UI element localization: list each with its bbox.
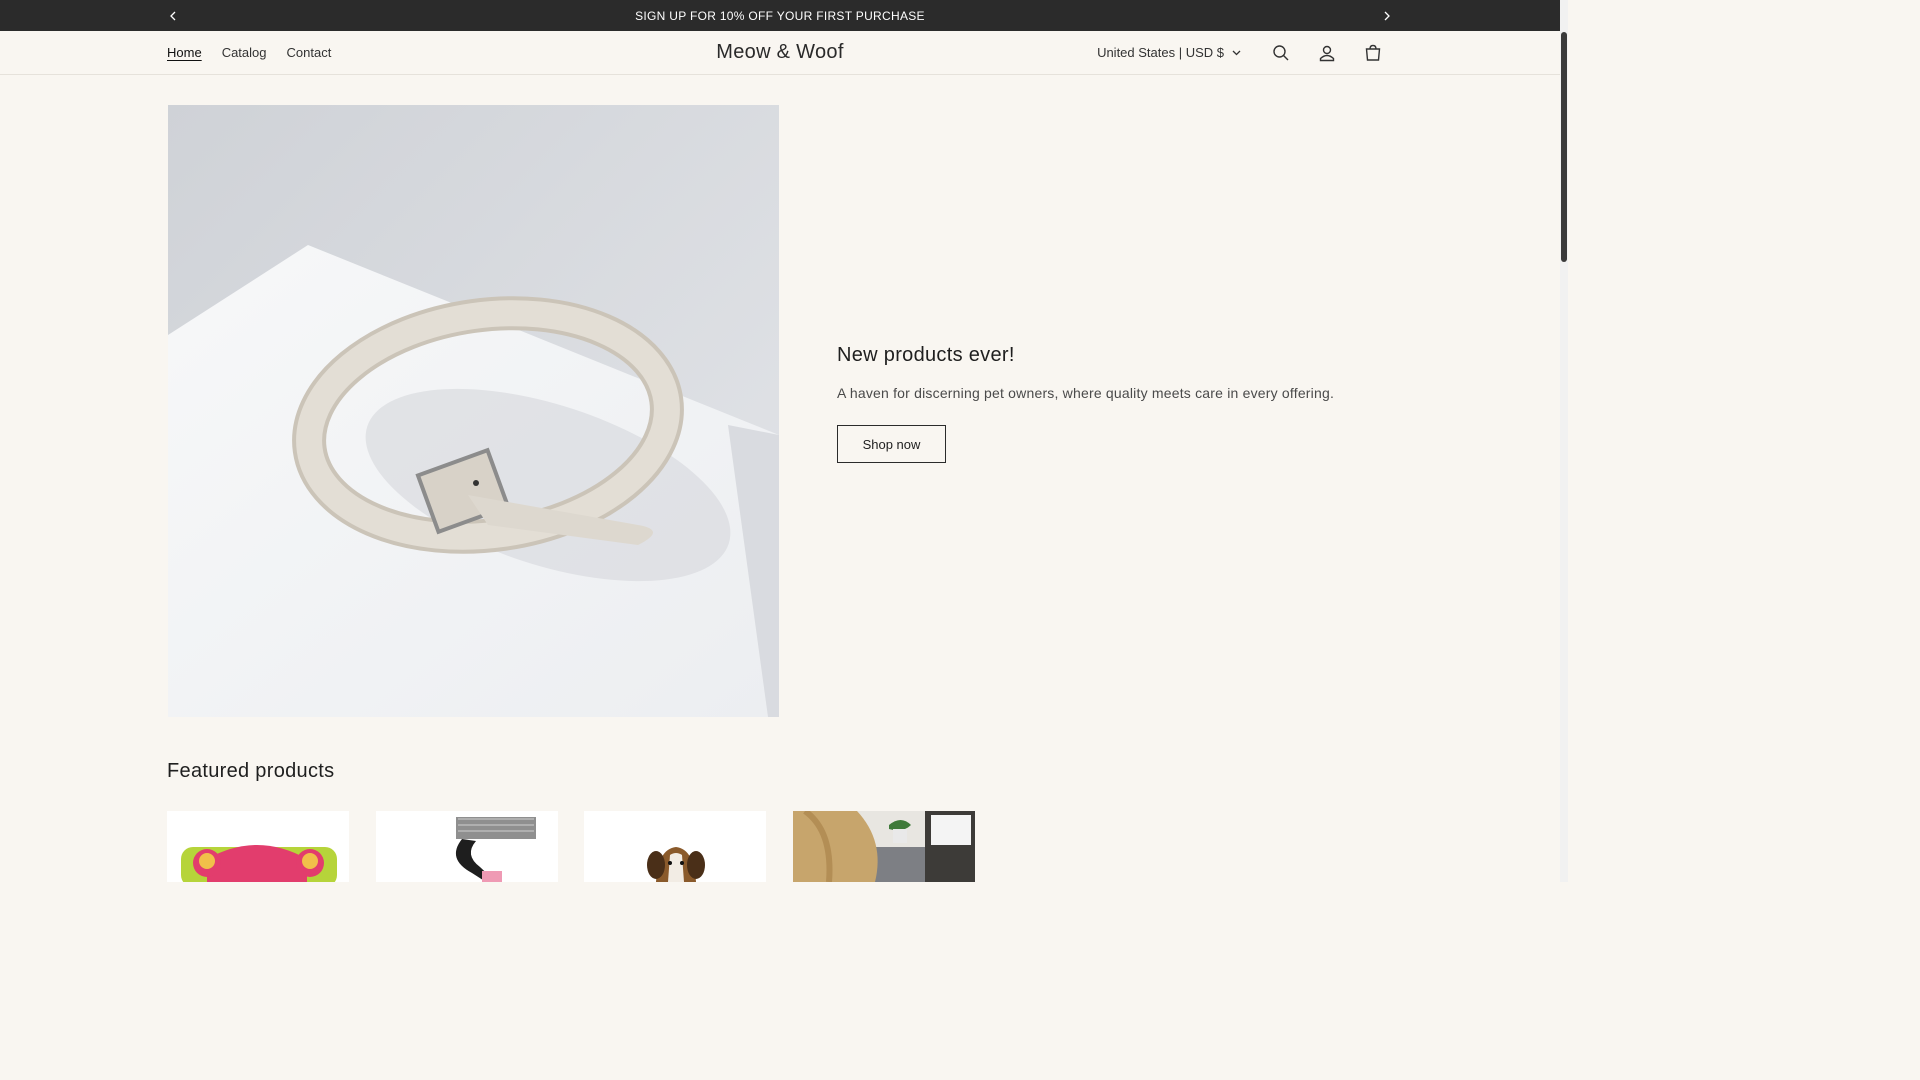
nav-contact[interactable]: Contact <box>287 45 332 60</box>
product-card-golden-retriever[interactable] <box>793 811 975 882</box>
announcement-prev-icon[interactable] <box>163 0 183 31</box>
account-icon[interactable] <box>1315 41 1339 65</box>
nav-catalog[interactable]: Catalog <box>222 45 267 60</box>
hero-subtitle: A haven for discerning pet owners, where… <box>837 385 1335 401</box>
cart-icon[interactable] <box>1361 41 1385 65</box>
chevron-down-icon <box>1232 50 1241 55</box>
product-card-dog-product[interactable] <box>584 811 766 882</box>
site-header: Home Catalog Contact Meow & Woof United … <box>0 31 1560 75</box>
announcement-bar: SIGN UP FOR 10% OFF YOUR FIRST PURCHASE <box>0 0 1560 31</box>
featured-products-title: Featured products <box>167 760 335 782</box>
hero-title: New products ever! <box>837 344 1015 366</box>
main-nav: Home Catalog Contact <box>167 31 331 74</box>
search-icon[interactable] <box>1269 41 1293 65</box>
nav-home[interactable]: Home <box>167 45 202 60</box>
shop-now-button[interactable]: Shop now <box>837 425 946 463</box>
product-card-deshedding-tool[interactable] <box>376 811 558 882</box>
header-utilities: United States | USD $ <box>1097 31 1385 74</box>
product-card-snuffle-mat[interactable] <box>167 811 349 882</box>
page-scrollbar[interactable] <box>1560 0 1568 882</box>
country-selector[interactable]: United States | USD $ <box>1097 45 1241 60</box>
country-selector-label: United States | USD $ <box>1097 45 1224 60</box>
hero-content: New products ever! A haven for discernin… <box>837 344 1397 463</box>
hero-image <box>168 105 779 717</box>
announcement-text: SIGN UP FOR 10% OFF YOUR FIRST PURCHASE <box>635 8 925 23</box>
scrollbar-thumb[interactable] <box>1561 32 1567 262</box>
announcement-next-icon[interactable] <box>1377 0 1397 31</box>
site-logo-text[interactable]: Meow & Woof <box>716 41 843 64</box>
